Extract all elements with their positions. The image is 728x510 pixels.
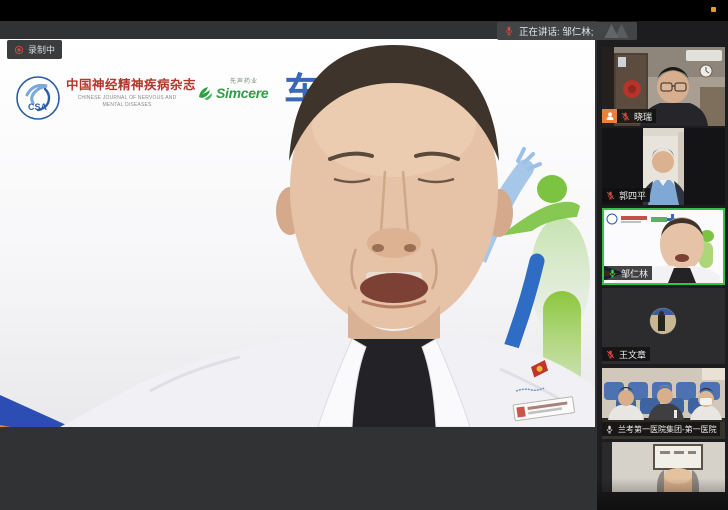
- participant-tile-xiaorui[interactable]: 晓瑞: [602, 47, 725, 126]
- recording-indicator[interactable]: 录制中: [7, 40, 62, 59]
- mic-muted-icon: [621, 112, 630, 121]
- window-title-strip: [0, 0, 728, 21]
- notification-dot-icon: [711, 7, 716, 12]
- speaker-video-scene: [0, 39, 595, 427]
- main-video-zou-renlin[interactable]: CSA 中国神经精神疾病杂志 CHINESE JOURNAL OF NERVOU…: [0, 39, 595, 427]
- mic-on-icon: [605, 425, 614, 434]
- participant-tile-zou-renlin-active[interactable]: 邹仁林: [602, 208, 725, 285]
- recording-label: 录制中: [28, 43, 55, 56]
- participant-name-label: 兰考第一医院集团-第一医院: [602, 422, 720, 436]
- mic-speaking-icon: [608, 269, 617, 278]
- mic-muted-icon: [606, 191, 615, 200]
- participant-tile-lankao-hospital[interactable]: 兰考第一医院集团-第一医院: [602, 368, 725, 439]
- participant-name-label: 邹仁林: [604, 266, 652, 280]
- active-speaker-indicator: 正在讲话: 邹仁林;: [497, 22, 637, 40]
- meeting-logo-watermark-icon: [604, 24, 630, 38]
- participant-name-label: 晓瑞: [617, 109, 656, 123]
- participant-name-label: 郭四平: [602, 188, 650, 202]
- host-badge-icon: [602, 109, 617, 123]
- participant-name-label: 王文章: [602, 347, 650, 361]
- record-icon: [14, 45, 24, 55]
- mic-muted-icon: [606, 350, 615, 359]
- participant-sidebar: 晓瑞 郭四平: [597, 21, 728, 510]
- active-speaker-label: 正在讲话: 邹仁林;: [519, 24, 593, 38]
- sidebar-bottom-fade: [597, 478, 728, 510]
- participant-tile-wang-wenzhang[interactable]: 王文章: [602, 288, 725, 364]
- speaker-mic-icon: [504, 26, 514, 36]
- participant-tile-guo-siping[interactable]: 郭四平: [602, 128, 725, 205]
